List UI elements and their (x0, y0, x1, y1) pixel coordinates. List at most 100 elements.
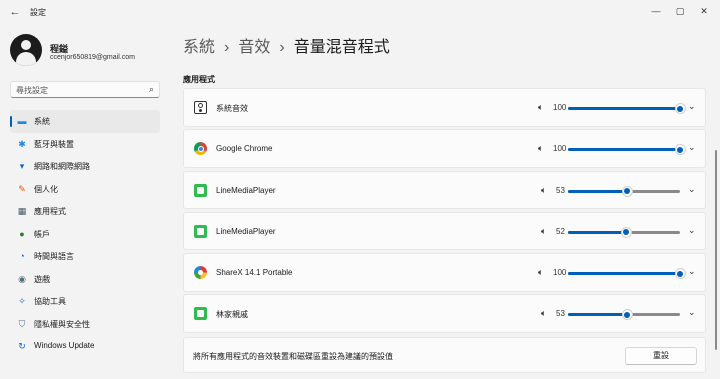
sidebar-item[interactable]: ✎ 個人化 (10, 178, 160, 201)
user-email: ccenjor650819@gmail.com (50, 54, 135, 61)
avatar-head-shape (21, 40, 31, 50)
minimize-icon[interactable]: — (644, 2, 668, 20)
sidebar-item[interactable]: ↻ Windows Update (10, 335, 160, 358)
app-name: ShareX 14.1 Portable (216, 268, 293, 278)
sidebar-item[interactable]: ▦ 應用程式 (10, 200, 160, 223)
sidebar-item-icon: ✱ (18, 138, 26, 149)
volume-slider[interactable] (568, 144, 686, 156)
app-volume-card: ShareX 14.1 Portable 🔈︎ 100 ⌄ (183, 253, 706, 292)
app-volume-card: Google Chrome 🔈︎ 100 ⌄ (183, 129, 706, 168)
sidebar-item-label: 個人化 (34, 184, 58, 194)
sidebar-item[interactable]: ● 帳戶 (10, 223, 160, 246)
app-volume-card: 林家親戚 🔈︎ 53 ⌄ (183, 294, 706, 333)
sidebar-item-label: 時間與語言 (34, 252, 74, 261)
volume-icon[interactable]: 🔈︎ (538, 143, 543, 154)
sidebar-item-label: Windows Update (34, 341, 95, 350)
volume-slider[interactable] (568, 268, 686, 280)
sidebar-item-label: 帳戶 (34, 229, 50, 239)
sidebar-item-icon: ◉ (18, 273, 26, 284)
volume-slider[interactable] (568, 103, 686, 114)
app-name: LineMediaPlayer (216, 226, 276, 236)
sidebar-item[interactable]: ✧ 協助工具 (10, 290, 160, 313)
chevron-down-icon[interactable]: ⌄ (688, 307, 696, 318)
chevron-down-icon[interactable]: ⌄ (688, 184, 696, 195)
sidebar-item-icon: ▬ (17, 116, 27, 126)
page-title: 音量混音程式 (293, 39, 390, 56)
volume-icon[interactable]: 🔈︎ (538, 267, 543, 278)
sidebar-item-icon: ▦ (17, 206, 27, 216)
breadcrumb: 系統 › 音效 › 音量混音程式 (183, 33, 390, 57)
app-name: 林家親戚 (216, 310, 248, 320)
chevron-down-icon[interactable]: ⌄ (688, 101, 696, 112)
volume-slider[interactable] (568, 226, 680, 238)
sidebar-item-icon: ◔ (19, 251, 25, 261)
sidebar-item[interactable]: ▬ 系統 (10, 110, 160, 133)
volume-slider-fill (568, 230, 627, 234)
volume-value: 100 (553, 103, 567, 112)
volume-value: 100 (553, 268, 567, 278)
volume-value: 53 (556, 185, 565, 195)
volume-slider[interactable] (568, 185, 680, 197)
volume-slider-fill (568, 148, 680, 152)
volume-icon[interactable]: 🔈︎ (541, 308, 546, 319)
back-arrow-icon[interactable]: ← (6, 4, 24, 20)
volume-slider-thumb[interactable] (674, 268, 686, 280)
volume-value: 52 (556, 226, 565, 236)
volume-icon[interactable]: 🔈︎ (541, 226, 546, 237)
sidebar-item[interactable]: ◔ 時間與語言 (10, 245, 160, 268)
volume-slider-thumb[interactable] (621, 309, 633, 321)
avatar-body-shape (16, 52, 36, 66)
scrollbar[interactable] (715, 150, 717, 350)
sidebar-item-label: 協助工具 (34, 297, 66, 306)
volume-slider-thumb[interactable] (620, 226, 632, 238)
sidebar-item[interactable]: ⛉ 隱私權與安全性 (10, 313, 160, 336)
app-volume-list: 系統音效 🔈︎ 100 ⌄ Google Chrome 🔈︎ 100 ⌄ LineMediaPl… (183, 88, 706, 336)
reset-row: 將所有應用程式的音效裝置和磁碟區重設為建議的預設值 重設 (183, 337, 706, 373)
avatar[interactable] (10, 34, 42, 66)
sidebar-item-label: 網路和網際網路 (34, 162, 90, 171)
sidebar-item-label: 隱私權與安全性 (34, 319, 90, 329)
line-icon (194, 307, 207, 321)
sidebar-nav: ▬ 系統 ✱ 藍牙與裝置 ▾ 網路和網際網路 ✎ 個人化 ▦ 應用程式 ● 帳戶 ◔ 時間與語言 ◉ 遊戲 ✧ 協… (10, 110, 160, 358)
app-volume-card: LineMediaPlayer 🔈︎ 52 ⌄ (183, 211, 706, 251)
volume-value: 100 (553, 144, 567, 154)
volume-slider-thumb[interactable] (674, 144, 686, 156)
reset-description: 將所有應用程式的音效裝置和磁碟區重設為建議的預設值 (193, 352, 393, 361)
volume-slider[interactable] (568, 309, 680, 321)
sidebar-item[interactable]: ◉ 遊戲 (10, 268, 160, 291)
search-input[interactable]: 尋找設定 ⌕ (10, 81, 160, 98)
chevron-down-icon[interactable]: ⌄ (688, 225, 696, 236)
sidebar-item-icon: ▾ (19, 161, 25, 171)
volume-slider-fill (568, 107, 680, 110)
sidebar-item-label: 應用程式 (34, 207, 66, 216)
title-bar: ← 設定 — ▢ ✕ (0, 0, 720, 24)
speaker-icon (194, 101, 207, 114)
line-icon (194, 183, 207, 197)
chevron-down-icon[interactable]: ⌄ (688, 266, 696, 277)
app-name: LineMediaPlayer (216, 185, 276, 195)
sidebar-item[interactable]: ✱ 藍牙與裝置 (10, 133, 160, 156)
breadcrumb-system[interactable]: 系統 (183, 39, 215, 56)
reset-button[interactable]: 重設 (625, 347, 697, 365)
sidebar-item-icon: ✎ (18, 183, 26, 194)
maximize-icon[interactable]: ▢ (668, 2, 692, 20)
volume-slider-thumb[interactable] (621, 185, 633, 197)
sidebar-item-label: 系統 (34, 117, 50, 126)
search-icon[interactable]: ⌕ (149, 84, 154, 95)
volume-icon[interactable]: 🔈︎ (538, 102, 543, 113)
breadcrumb-sound[interactable]: 音效 (238, 39, 270, 56)
volume-icon[interactable]: 🔈︎ (541, 185, 546, 196)
volume-value: 53 (556, 309, 565, 319)
sidebar-item-icon: ✧ (18, 296, 26, 306)
app-name: 系統音效 (216, 104, 248, 113)
sidebar-item[interactable]: ▾ 網路和網際網路 (10, 155, 160, 178)
sidebar-item-label: 遊戲 (34, 274, 50, 284)
chevron-down-icon[interactable]: ⌄ (688, 142, 696, 153)
volume-slider-thumb[interactable] (674, 103, 686, 114)
app-volume-card: LineMediaPlayer 🔈︎ 53 ⌄ (183, 170, 706, 210)
app-volume-card: 系統音效 🔈︎ 100 ⌄ (183, 88, 706, 127)
apps-section-title: 應用程式 (183, 75, 215, 84)
sidebar-item-icon: ↻ (18, 341, 26, 351)
close-icon[interactable]: ✕ (692, 2, 716, 20)
breadcrumb-separator-icon: › (224, 39, 230, 56)
